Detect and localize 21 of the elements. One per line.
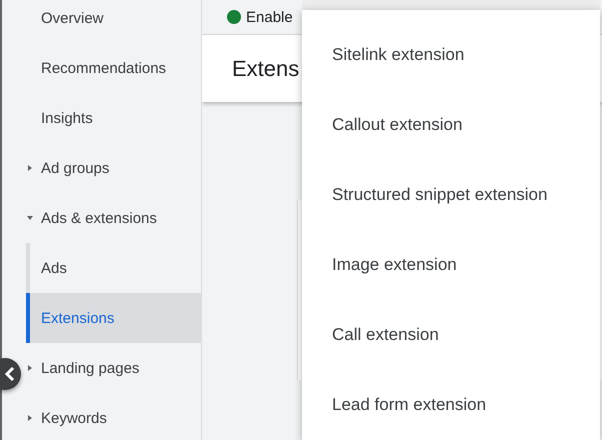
menu-item[interactable]: Image extension [302,230,600,300]
menu-item[interactable]: Call extension [302,300,600,370]
sidebar-item[interactable]: Extensions [26,293,201,343]
caret-down-icon [27,215,33,221]
page-title: Extens [232,56,300,82]
status-label: Enable [246,8,293,26]
menu-item[interactable]: Sitelink extension [302,20,600,90]
caret-right-icon [27,365,33,371]
sidebar-item[interactable]: Insights [24,93,201,143]
caret-right-icon [27,165,33,171]
sidebar-item[interactable]: Recommendations [24,43,201,93]
sidebar-item[interactable]: Overview [24,0,201,43]
sidebar-item[interactable]: Keywords [24,393,201,440]
sidebar-item[interactable]: Ads & extensions [24,193,201,243]
sidebar-item[interactable]: Ad groups [24,143,201,193]
menu-item[interactable]: Lead form extension [302,370,600,440]
sidebar-item[interactable]: Landing pages [24,343,201,393]
caret-right-icon [27,415,33,421]
chevron-left-icon [4,367,16,381]
menu-item[interactable]: Structured snippet extension [302,160,600,230]
menu-item[interactable]: Callout extension [302,90,600,160]
